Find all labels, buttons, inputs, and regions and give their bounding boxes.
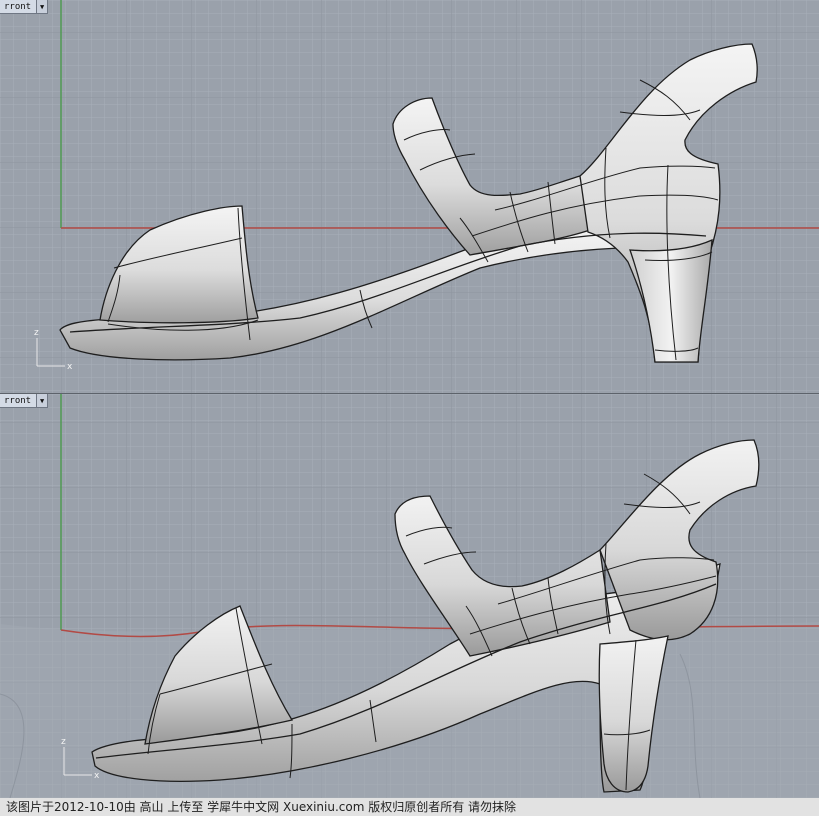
viewport-menu-dropdown-icon[interactable]: ▼ bbox=[36, 0, 48, 13]
front-viewport-bottom[interactable]: x z rront ▼ bbox=[0, 394, 819, 798]
axis-z-label: z bbox=[34, 328, 39, 338]
viewport-title-top[interactable]: rront bbox=[0, 2, 36, 12]
viewport-tab-bottom[interactable]: rront ▼ bbox=[0, 394, 49, 408]
watermark-caption: 该图片于2012-10-10由 高山 上传至 学犀牛中文网 Xuexiniu.c… bbox=[0, 798, 819, 816]
axis-x-label: x bbox=[67, 362, 73, 372]
axis-x-label-bottom: x bbox=[94, 771, 100, 781]
axis-z-label-bottom: z bbox=[61, 737, 66, 747]
viewport-title-bottom[interactable]: rront bbox=[0, 396, 36, 406]
viewport-canvas-top[interactable]: x z bbox=[0, 0, 819, 393]
front-viewport-top[interactable]: x z rront ▼ bbox=[0, 0, 819, 393]
viewport-tab-top[interactable]: rront ▼ bbox=[0, 0, 49, 14]
viewport-menu-dropdown-icon[interactable]: ▼ bbox=[36, 394, 48, 407]
viewport-canvas-bottom[interactable]: x z bbox=[0, 394, 819, 798]
